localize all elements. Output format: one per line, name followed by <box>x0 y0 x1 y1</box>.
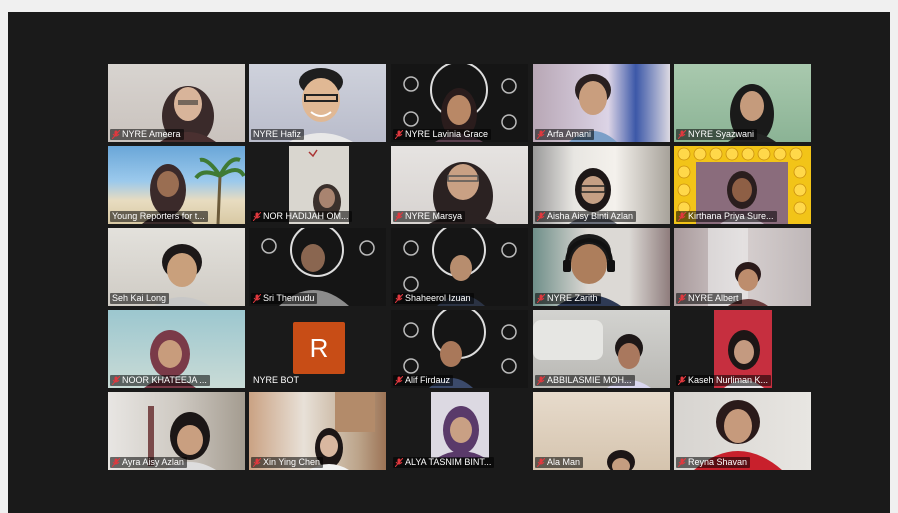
participant-name-label: NYRE Syazwani <box>676 129 758 140</box>
mic-muted-icon <box>678 458 686 467</box>
mic-muted-icon <box>395 294 403 303</box>
video-tile-seh-kai-long[interactable]: Seh Kai Long <box>108 228 245 306</box>
video-tile-kaseh[interactable]: Kaseh Nurliman K... <box>674 310 811 388</box>
video-tile-nor-hadijah[interactable]: NOR HADIJAH OM... <box>249 146 386 224</box>
video-tile-xin-ying[interactable]: Xin Ying Chen <box>249 392 386 470</box>
video-tile-marsya[interactable]: NYRE Marsya <box>391 146 528 224</box>
mic-muted-icon <box>678 212 686 221</box>
participant-name-label: Alif Firdauz <box>393 375 454 386</box>
video-tile-sri-themudu[interactable]: Sri Themudu <box>249 228 386 306</box>
video-tile-hafiz[interactable]: NYRE Hafiz <box>249 64 386 142</box>
video-tile-ala-man[interactable]: Ala Man <box>533 392 670 470</box>
video-tile-alif[interactable]: Alif Firdauz <box>391 310 528 388</box>
mic-muted-icon <box>253 458 261 467</box>
mic-muted-icon <box>678 294 686 303</box>
participant-name-label: NYRE Albert <box>676 293 742 304</box>
participant-name-label: Xin Ying Chen <box>251 457 324 468</box>
participant-name-label: Seh Kai Long <box>110 293 170 304</box>
participant-name-label: NYRE Marsya <box>393 211 466 222</box>
participant-name-label: Kaseh Nurliman K... <box>676 375 772 386</box>
participant-name-label: Ayra Aisy Azlan <box>110 457 187 468</box>
video-tile-zarith[interactable]: NYRE Zarith <box>533 228 670 306</box>
participant-name-label: Young Reporters for t... <box>110 211 208 222</box>
video-tile-young-reporters[interactable]: Young Reporters for t... <box>108 146 245 224</box>
participant-name-label: Sri Themudu <box>251 293 318 304</box>
video-tile-nyre-bot[interactable]: R NYRE BOT <box>249 310 386 388</box>
video-tile-alya[interactable]: ALYA TASNIM BINT... <box>391 392 528 470</box>
participant-name-label: NOR HADIJAH OM... <box>251 211 352 222</box>
mic-muted-icon <box>112 458 120 467</box>
mic-muted-icon <box>253 212 261 221</box>
video-tile-kirthana[interactable]: Kirthana Priya Sure... <box>674 146 811 224</box>
mic-muted-icon <box>395 130 403 139</box>
video-tile-aisha[interactable]: Aisha Aisy Binti Azlan <box>533 146 670 224</box>
video-tile-reyna[interactable]: Reyna Shavan <box>674 392 811 470</box>
participant-name-label: Shaheerol Izuan <box>393 293 474 304</box>
video-tile-lavinia[interactable]: NYRE Lavinia Grace <box>391 64 528 142</box>
participant-name-label: Reyna Shavan <box>676 457 751 468</box>
participant-name-label: NYRE Lavinia Grace <box>393 129 492 140</box>
mic-muted-icon <box>537 458 545 467</box>
mic-muted-icon <box>253 294 261 303</box>
participant-name-label: Ala Man <box>535 457 584 468</box>
participant-name-label: Kirthana Priya Sure... <box>676 211 777 222</box>
mic-muted-icon <box>112 376 120 385</box>
participant-name-label: NYRE BOT <box>253 375 300 385</box>
mic-muted-icon <box>678 376 686 385</box>
mic-muted-icon <box>112 130 120 139</box>
video-tile-abbilasmie[interactable]: ABBILASMIE MOH... <box>533 310 670 388</box>
mic-muted-icon <box>395 458 403 467</box>
mic-muted-icon <box>537 294 545 303</box>
participant-name-label: NYRE Hafiz <box>251 129 305 140</box>
video-tile-arfa[interactable]: Arfa Amani <box>533 64 670 142</box>
participant-name-label: Aisha Aisy Binti Azlan <box>535 211 637 222</box>
mic-muted-icon <box>395 212 403 221</box>
mic-muted-icon <box>537 130 545 139</box>
participant-name-label: ALYA TASNIM BINT... <box>393 457 495 468</box>
mic-muted-icon <box>537 212 545 221</box>
participant-name-label: NOOR KHATEEJA ... <box>110 375 210 386</box>
video-tile-shaheerol[interactable]: Shaheerol Izuan <box>391 228 528 306</box>
participant-name-label: Arfa Amani <box>535 129 595 140</box>
video-tile-noor-khateeja[interactable]: NOOR KHATEEJA ... <box>108 310 245 388</box>
participant-name-label: NYRE Ameera <box>110 129 184 140</box>
video-tile-ameera[interactable]: NYRE Ameera <box>108 64 245 142</box>
mic-muted-icon <box>395 376 403 385</box>
avatar: R <box>293 322 345 374</box>
mic-muted-icon <box>537 376 545 385</box>
video-tile-syazwani[interactable]: NYRE Syazwani <box>674 64 811 142</box>
mic-muted-icon <box>678 130 686 139</box>
participant-name-label: NYRE Zarith <box>535 293 601 304</box>
video-tile-albert[interactable]: NYRE Albert <box>674 228 811 306</box>
video-tile-ayra[interactable]: Ayra Aisy Azlan <box>108 392 245 470</box>
video-gallery: NYRE Ameera NYRE Hafiz NYRE Lavinia Grac… <box>8 12 890 513</box>
participant-name-label: ABBILASMIE MOH... <box>535 375 635 386</box>
